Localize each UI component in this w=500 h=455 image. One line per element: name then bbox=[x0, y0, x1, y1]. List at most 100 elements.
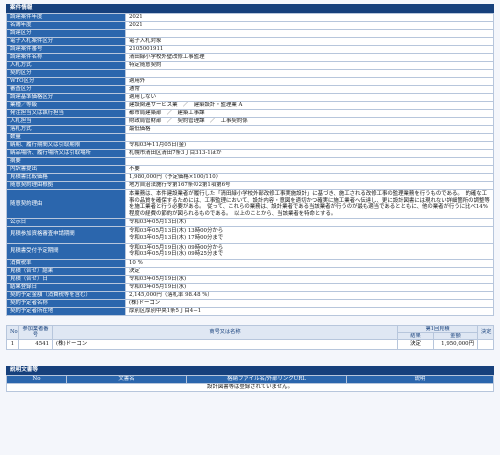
docs-col-name: 文書名 bbox=[66, 374, 187, 384]
info-value: 建設関連サービス業 ／ 建築設計・監理業 A bbox=[125, 101, 494, 110]
info-row: 摘要 bbox=[6, 157, 494, 166]
info-row: WTO区分 適用外 bbox=[6, 77, 494, 86]
info-row: 納期、履行期間又は引取期限 令和03年11月05日(金) bbox=[6, 141, 494, 150]
info-value: 特定随意契約 bbox=[125, 61, 494, 70]
docs-col-desc: 説明 bbox=[346, 374, 494, 384]
bid-amount: 1,950,000円 bbox=[433, 338, 478, 350]
info-row: 随意契約理由 本業務は、本件建設業者が履行した「清田緑小学校外部改修工事実施設計」… bbox=[6, 188, 494, 220]
docs-table: No 文書名 格納ファイル名/外部リンクURL 説明 設計図書等は登録されていま… bbox=[6, 374, 494, 392]
info-value: 電子入札対象 bbox=[125, 37, 494, 46]
case-info-title: 案件情報 bbox=[6, 4, 494, 13]
info-label: 見積（合せ）日 bbox=[6, 274, 126, 284]
info-label: 随意契約理由根拠 bbox=[6, 181, 126, 190]
info-row: 調達基準価格区分 適用しない bbox=[6, 93, 494, 102]
info-label: 見積（合せ）結果 bbox=[6, 266, 126, 276]
bid-col-decision: 決定 bbox=[477, 324, 494, 340]
info-label: 結果登録日 bbox=[6, 282, 126, 292]
info-row: 審査区分 通常 bbox=[6, 85, 494, 94]
info-label: 調達案件名称 bbox=[6, 53, 126, 62]
info-row: 数量 bbox=[6, 133, 494, 142]
bid-col-amount: 金額 bbox=[433, 331, 478, 340]
info-row: 契約予定金額（消費税等を含む） 2,145,000円（落札率 98.48 %） bbox=[6, 290, 494, 300]
case-info-table: 調達案件年度 2021 名簿年度 2021 調達区分 電子入札案件区分 電子入札対象 調達案件… bbox=[6, 13, 494, 316]
info-row: 随意契約理由根拠 地方自治法施行令第167条の2第1項第6号 bbox=[6, 181, 494, 190]
info-label: 内訳書提出 bbox=[6, 165, 126, 174]
info-label: 落札方式 bbox=[6, 125, 126, 134]
info-label: 調達区分 bbox=[6, 29, 126, 38]
info-label: 業種／等級 bbox=[6, 101, 126, 110]
info-value: 1,980,000円（予定価格×100/110） bbox=[125, 173, 494, 182]
info-row: 調達区分 bbox=[6, 29, 494, 38]
info-value: (株)ドーコン bbox=[125, 298, 494, 308]
info-row: 契約予定者所在地 厚別区厚別中央1条5丁目4−1 bbox=[6, 306, 494, 316]
info-label: 審査区分 bbox=[6, 85, 126, 94]
info-label: 入札方式 bbox=[6, 61, 126, 70]
info-value: 最低価格 bbox=[125, 125, 494, 134]
info-label: 契約予定金額（消費税等を含む） bbox=[6, 290, 126, 300]
info-row: 業種／等級 建設関連サービス業 ／ 建築設計・監理業 A bbox=[6, 101, 494, 110]
info-label: 契約区分 bbox=[6, 69, 126, 78]
info-label: 納品場所、履行場所又は引取場所 bbox=[6, 149, 126, 158]
table-row: 1 4541 (株)ドーコン 決定 1,950,000円 bbox=[6, 338, 494, 350]
info-label: 契約予定者名称 bbox=[6, 298, 126, 308]
info-value: 地方自治法施行令第167条の2第1項第6号 bbox=[125, 181, 494, 190]
bid-decision bbox=[477, 338, 494, 350]
info-value: 令和03年05月19日(水) bbox=[125, 282, 494, 292]
info-row: 内訳書提出 不要 bbox=[6, 165, 494, 174]
info-value: 財政局管財部 ／ 契約管理課 ／ 工事契約係 bbox=[125, 117, 494, 126]
info-value: 都市局建築部 ／ 建築工事課 bbox=[125, 109, 494, 118]
info-label: 調達案件番号 bbox=[6, 45, 126, 54]
info-value bbox=[125, 157, 494, 166]
info-value: 2,145,000円（落札率 98.48 %） bbox=[125, 290, 494, 300]
info-value: 本業務は、本件建設業者が履行した「清田緑小学校外部改修工事実施設計」に基づき、施… bbox=[125, 188, 494, 220]
info-value: 10 % bbox=[125, 258, 494, 268]
info-label: 見積参加資格審査申請期間 bbox=[6, 226, 126, 244]
info-row: 納品場所、履行場所又は引取場所 札幌市清田区清田7条3丁目313-1ほか bbox=[6, 149, 494, 158]
info-value: 令和03年11月05日(金) bbox=[125, 141, 494, 150]
info-value: 令和03年05月13日(木) bbox=[125, 218, 494, 228]
info-label: 公示日 bbox=[6, 218, 126, 228]
main-container: 案件情報 調達案件年度 2021 名簿年度 2021 調達区分 電子入札案件区分 電子入札対… bbox=[6, 4, 494, 392]
info-row: 見積（合せ）日 令和03年05月19日(水) bbox=[6, 274, 494, 284]
info-value: 通常 bbox=[125, 85, 494, 94]
info-row: 見積書比較価格 1,980,000円（予定価格×100/110） bbox=[6, 173, 494, 182]
info-label: 契約予定者所在地 bbox=[6, 306, 126, 316]
bid-col-no: No bbox=[6, 324, 19, 340]
info-label: 摘要 bbox=[6, 157, 126, 166]
info-row: 公示日 令和03年05月13日(木) bbox=[6, 218, 494, 228]
docs-empty-message: 設計図書等は登録されていません。 bbox=[6, 382, 494, 392]
info-value: 決定 bbox=[125, 266, 494, 276]
info-row: 調達案件年度 2021 bbox=[6, 13, 494, 22]
info-value: 適用外 bbox=[125, 77, 494, 86]
info-value bbox=[125, 133, 494, 142]
info-row: 見積書受付予定期間 令和03年05月19日(水) 09時00分から 令和03年05… bbox=[6, 242, 494, 260]
bid-col-name: 商号又は名称 bbox=[52, 324, 398, 340]
info-label: 電子入札案件区分 bbox=[6, 37, 126, 46]
bid-results-table: No 参加業者番号 商号又は名称 第1回見積 決定 結果 金額 1 4541 (… bbox=[6, 324, 494, 350]
bid-col-result: 結果 bbox=[397, 331, 434, 340]
info-row: 契約区分 bbox=[6, 69, 494, 78]
info-value: 令和03年05月19日(水) 09時00分から 令和03年05月19日(水) 0… bbox=[125, 242, 494, 260]
info-value: 清田緑小学校外壁改修工事監理 bbox=[125, 53, 494, 62]
info-row: 結果登録日 令和03年05月19日(水) bbox=[6, 282, 494, 292]
info-row: 電子入札案件区分 電子入札対象 bbox=[6, 37, 494, 46]
info-label: 名簿年度 bbox=[6, 21, 126, 30]
info-label: 随意契約理由 bbox=[6, 188, 126, 220]
info-label: 消費税率 bbox=[6, 258, 126, 268]
info-value: 令和03年05月13日(木) 13時00分から 令和03年05月13日(木) 1… bbox=[125, 226, 494, 244]
info-value bbox=[125, 29, 494, 38]
info-row: 消費税率 10 % bbox=[6, 258, 494, 268]
info-label: 調達基準価格区分 bbox=[6, 93, 126, 102]
info-row: 入札担当 財政局管財部 ／ 契約管理課 ／ 工事契約係 bbox=[6, 117, 494, 126]
info-row: 見積（合せ）結果 決定 bbox=[6, 266, 494, 276]
bid-reg-no: 4541 bbox=[18, 338, 53, 350]
docs-col-no: No bbox=[6, 374, 67, 384]
info-label: 調達案件年度 bbox=[6, 13, 126, 22]
info-row: 落札方式 最低価格 bbox=[6, 125, 494, 134]
info-value: 不要 bbox=[125, 165, 494, 174]
info-label: 見積書比較価格 bbox=[6, 173, 126, 182]
info-label: 数量 bbox=[6, 133, 126, 142]
bid-company-name: (株)ドーコン bbox=[52, 338, 398, 350]
info-value bbox=[125, 69, 494, 78]
info-label: 入札担当 bbox=[6, 117, 126, 126]
